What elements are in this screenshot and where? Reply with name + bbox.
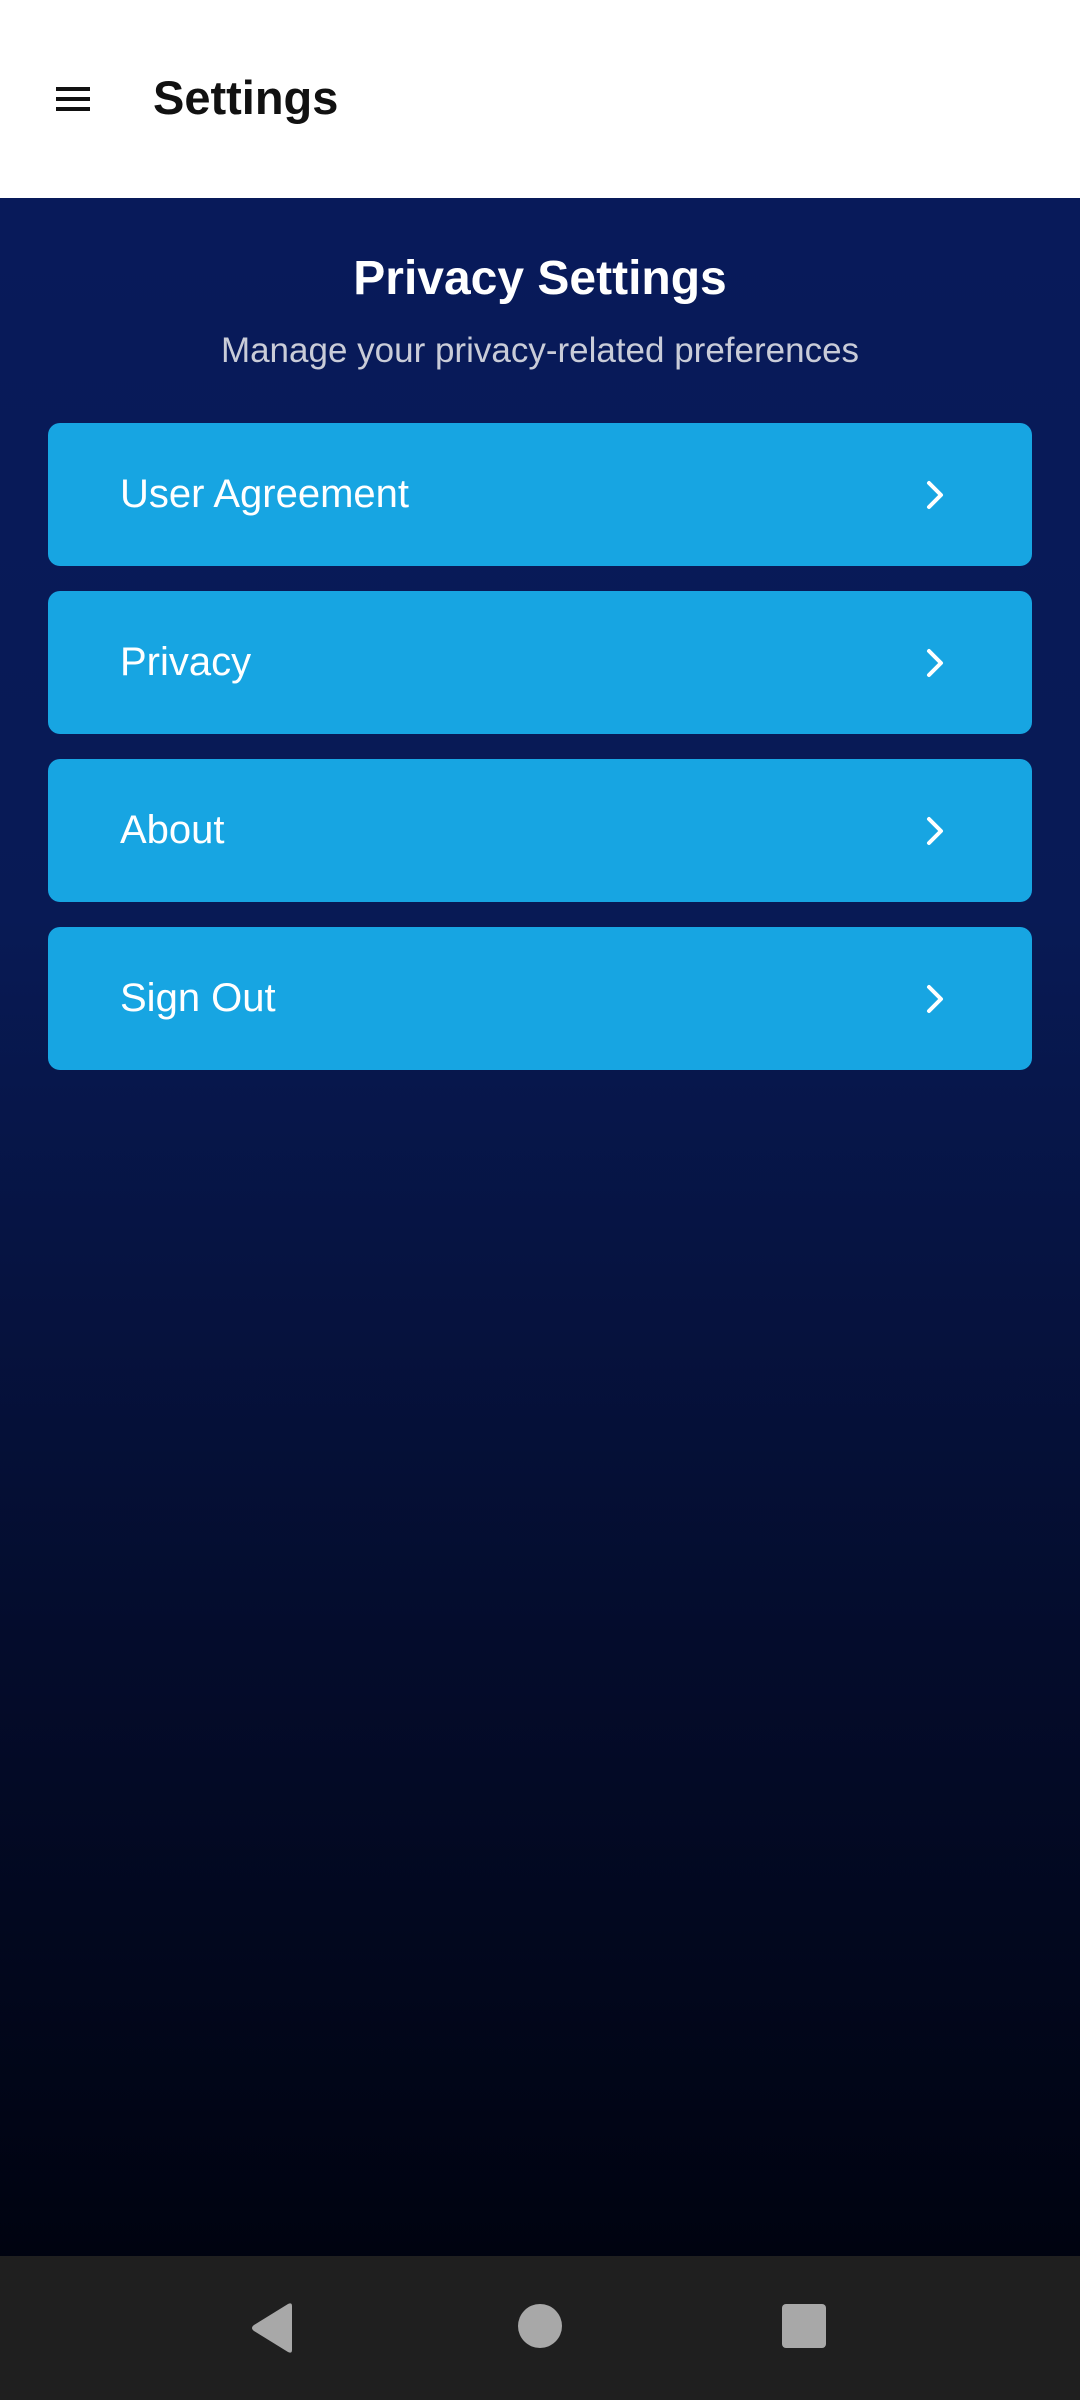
recents-button[interactable] [781, 2303, 827, 2349]
recents-square-icon [782, 2304, 826, 2348]
chevron-right-icon [927, 816, 943, 845]
back-button[interactable] [248, 2302, 296, 2354]
chevron-right-icon [927, 648, 943, 677]
chevron-right-icon [927, 480, 943, 509]
privacy-settings-content: Privacy Settings Manage your privacy-rel… [0, 198, 1080, 2256]
home-button[interactable] [516, 2302, 564, 2350]
system-navigation-bar [0, 2256, 1080, 2400]
hamburger-menu-icon [56, 87, 90, 111]
page-subtitle: Manage your privacy-related preferences [220, 331, 860, 370]
menu-item-label: User Agreement [120, 472, 410, 516]
about-item[interactable]: About [48, 759, 1032, 902]
home-circle-icon [518, 2304, 562, 2348]
back-triangle-icon [252, 2303, 292, 2353]
privacy-item[interactable]: Privacy [48, 591, 1032, 734]
menu-item-label: About [120, 808, 225, 852]
page-heading: Privacy Settings [353, 252, 727, 305]
app-bar: Settings [0, 0, 1080, 198]
menu-item-label: Sign Out [120, 976, 276, 1020]
menu-item-label: Privacy [120, 640, 252, 684]
sign-out-item[interactable]: Sign Out [48, 927, 1032, 1070]
app-title: Settings [153, 71, 339, 124]
menu-button[interactable] [50, 73, 96, 125]
user-agreement-item[interactable]: User Agreement [48, 423, 1032, 566]
settings-menu-list: User Agreement Privacy About Sign Out [48, 423, 1032, 1095]
chevron-right-icon [927, 984, 943, 1013]
